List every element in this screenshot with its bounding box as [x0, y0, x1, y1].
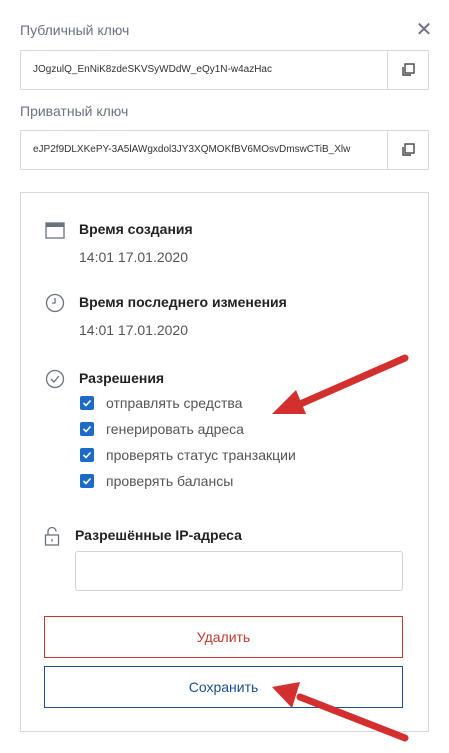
copy-icon-graphic	[402, 143, 415, 156]
modified-value: 14:01 17.01.2020	[79, 322, 188, 338]
permission-label: проверять балансы	[106, 473, 234, 489]
close-icon[interactable]: ✕	[414, 20, 434, 40]
permissions-title: Разрешения	[79, 370, 165, 386]
checkmark-icon	[82, 399, 92, 407]
permission-generate-addresses[interactable]: генерировать адреса	[80, 420, 244, 438]
private-key-value: eJP2f9DLXKePY-3A5lAWgxdol3JY3XQMOKfBV6MO…	[33, 144, 351, 155]
allowed-ips-input[interactable]	[75, 551, 403, 591]
modified-title: Время последнего изменения	[79, 294, 287, 310]
permission-check-balances[interactable]: проверять балансы	[80, 472, 233, 490]
checkmark-icon	[82, 477, 92, 485]
copy-icon-graphic	[402, 63, 415, 76]
permission-send-funds[interactable]: отправлять средства	[80, 394, 242, 412]
permission-check-tx-status[interactable]: проверять статус транзакции	[80, 446, 296, 464]
private-key-field[interactable]: eJP2f9DLXKePY-3A5lAWgxdol3JY3XQMOKfBV6MO…	[20, 130, 429, 170]
copy-icon[interactable]	[387, 51, 428, 89]
public-key-field[interactable]: JOgzulQ_EnNiK8zdeSKVSyWDdW_eQy1N-w4azHac	[20, 50, 429, 90]
checkmark-icon	[82, 451, 92, 459]
checkbox-send-funds[interactable]	[80, 396, 94, 410]
permission-label: проверять статус транзакции	[106, 447, 296, 463]
permission-label: отправлять средства	[106, 395, 243, 411]
permission-label: генерировать адреса	[106, 421, 244, 437]
public-key-label: Публичный ключ	[20, 22, 130, 38]
lock-icon	[44, 526, 60, 551]
save-button[interactable]: Сохранить	[44, 666, 403, 708]
delete-button[interactable]: Удалить	[44, 616, 403, 658]
allowed-ips-title: Разрешённые IP-адреса	[75, 527, 242, 543]
check-circle-icon	[45, 369, 65, 394]
created-value: 14:01 17.01.2020	[79, 249, 188, 265]
clock-icon	[45, 293, 65, 318]
public-key-value: JOgzulQ_EnNiK8zdeSKVSyWDdW_eQy1N-w4azHac	[33, 64, 272, 75]
copy-icon[interactable]	[387, 131, 428, 169]
private-key-label: Приватный ключ	[20, 103, 129, 119]
checkmark-icon	[82, 425, 92, 433]
checkbox-generate-addresses[interactable]	[80, 422, 94, 436]
checkbox-check-tx-status[interactable]	[80, 448, 94, 462]
created-title: Время создания	[79, 221, 193, 237]
calendar-icon	[45, 221, 65, 244]
checkbox-check-balances[interactable]	[80, 474, 94, 488]
